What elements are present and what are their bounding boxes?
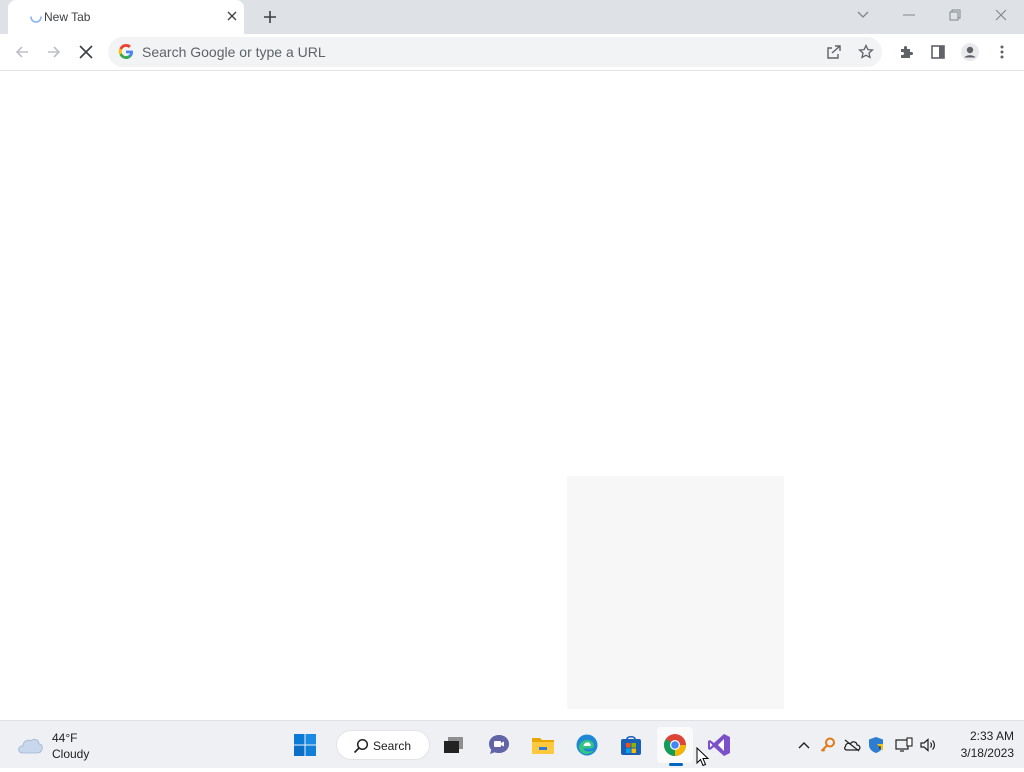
tab-close-icon[interactable]: [224, 8, 240, 24]
stop-loading-button[interactable]: [72, 38, 100, 66]
browser-toolbar: [0, 34, 1024, 71]
side-panel-icon[interactable]: [924, 38, 952, 66]
tab-search-icon[interactable]: [840, 0, 886, 30]
google-icon: [118, 44, 134, 60]
forward-button[interactable]: [40, 38, 68, 66]
weather-temp: 44°F: [52, 731, 78, 745]
taskbar: 44°F Cloudy Search 2:33 AM 3/18/2023: [0, 720, 1024, 768]
tab-title: New Tab: [44, 10, 91, 24]
clock-time: 2:33 AM: [969, 729, 1014, 743]
edge-icon[interactable]: [569, 727, 605, 763]
share-icon[interactable]: [824, 42, 844, 62]
page-content: [0, 72, 1024, 720]
start-icon[interactable]: [287, 727, 323, 763]
profile-avatar-icon[interactable]: [956, 38, 984, 66]
loading-spinner-icon: [28, 9, 44, 25]
back-button[interactable]: [8, 38, 36, 66]
chrome-menu-icon[interactable]: [988, 38, 1016, 66]
taskbar-search-button[interactable]: Search: [336, 730, 430, 760]
system-clock[interactable]: 2:33 AM 3/18/2023: [944, 729, 1014, 760]
chat-icon[interactable]: [481, 727, 517, 763]
task-view-icon[interactable]: [436, 727, 472, 763]
blank-panel: [567, 476, 784, 709]
volume-icon[interactable]: [918, 735, 938, 755]
store-icon[interactable]: [613, 727, 649, 763]
tab-strip: New Tab: [0, 0, 1024, 34]
mouse-cursor-icon: [696, 746, 710, 772]
search-label: Search: [373, 739, 412, 753]
restore-icon[interactable]: [932, 0, 978, 30]
key-icon[interactable]: [818, 735, 838, 755]
chrome-running-indicator: [669, 763, 683, 766]
new-tab-button[interactable]: [258, 5, 282, 29]
chevron-up-icon[interactable]: [794, 735, 814, 755]
onedrive-icon[interactable]: [842, 735, 862, 755]
address-input[interactable]: [142, 37, 792, 67]
bookmark-star-icon[interactable]: [856, 42, 876, 62]
tab-new-tab[interactable]: New Tab: [8, 0, 244, 34]
chrome-icon[interactable]: [657, 727, 693, 763]
omnibox[interactable]: [108, 37, 882, 67]
close-window-icon[interactable]: [978, 0, 1024, 30]
clock-date: 3/18/2023: [960, 746, 1014, 760]
weather-widget[interactable]: 44°F Cloudy: [16, 729, 116, 761]
minimize-icon[interactable]: [886, 0, 932, 30]
network-icon[interactable]: [894, 735, 914, 755]
cloud-icon: [16, 735, 44, 760]
file-explorer-icon[interactable]: [525, 727, 561, 763]
search-icon: [353, 738, 369, 759]
extensions-icon[interactable]: [892, 38, 920, 66]
weather-condition: Cloudy: [52, 747, 90, 761]
defender-icon[interactable]: [866, 735, 886, 755]
